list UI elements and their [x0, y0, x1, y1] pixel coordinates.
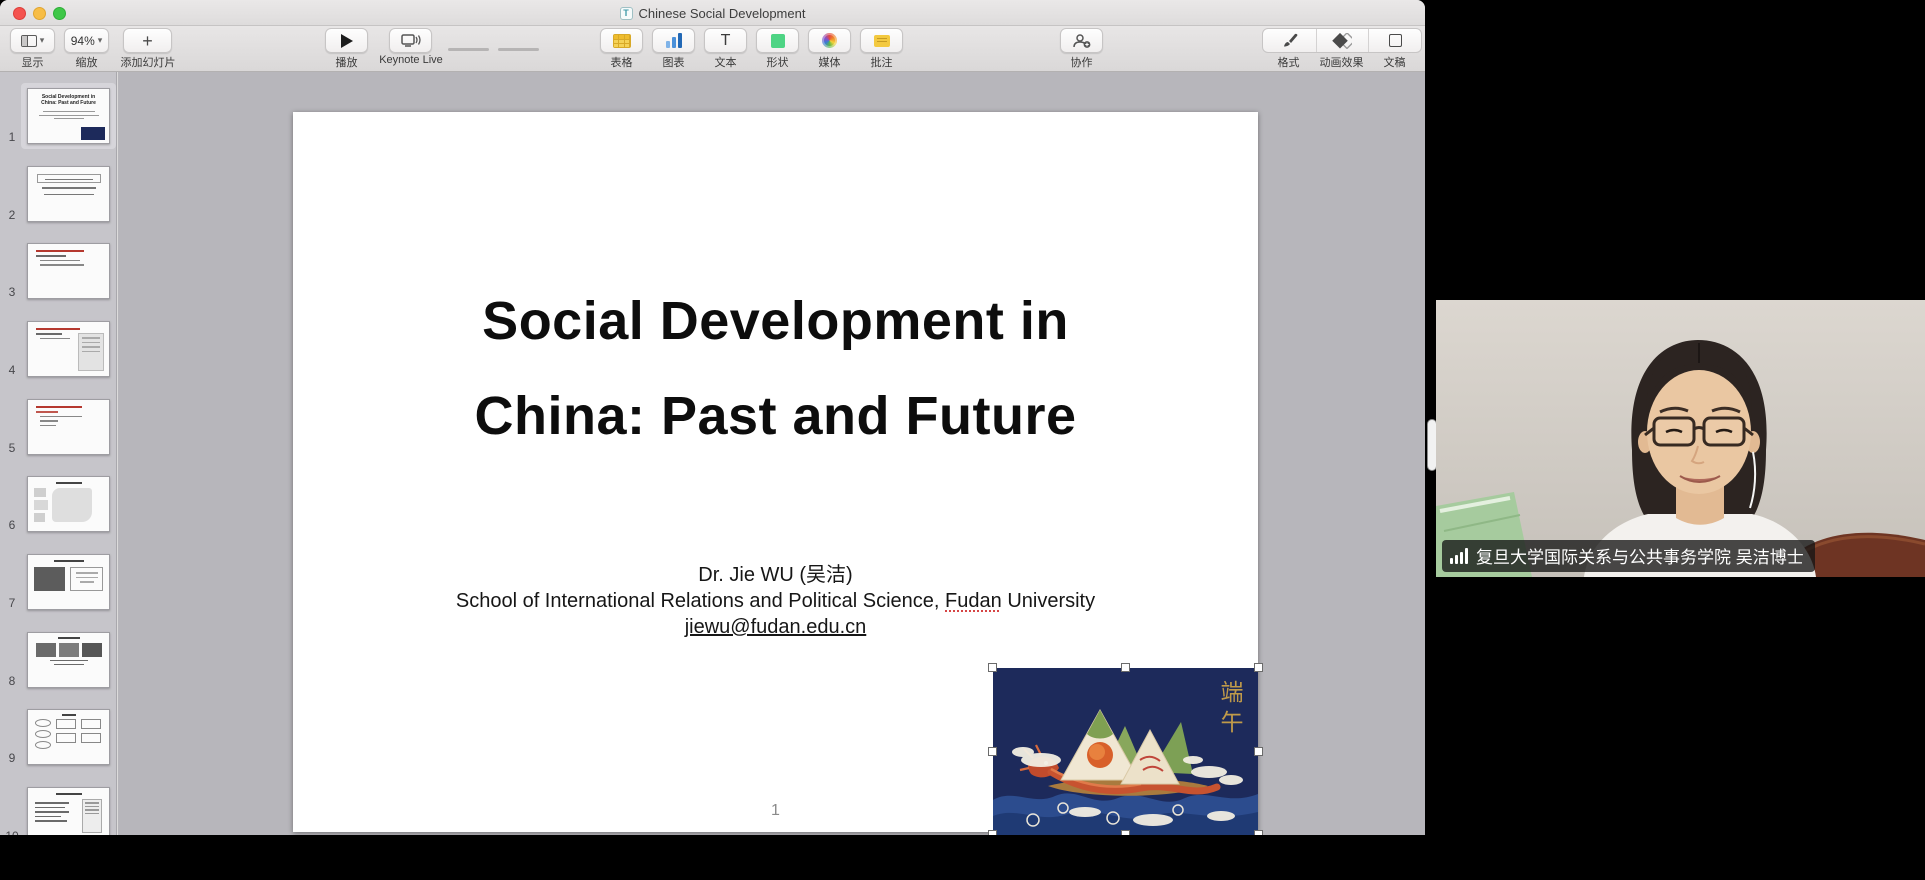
slide-thumbnail[interactable]: [27, 321, 110, 377]
slide-navigator: Social Development in China: Past and Fu…: [0, 72, 117, 835]
toolbar-spacer: [448, 48, 489, 51]
slide-number: 10: [2, 829, 22, 835]
slide-thumbnail[interactable]: [27, 554, 110, 610]
webcam-video: 复旦大学国际关系与公共事务学院 吴洁博士: [1436, 300, 1925, 577]
keynote-live-label: Keynote Live: [370, 54, 452, 66]
comment-button[interactable]: [860, 28, 903, 53]
slide-thumbnail[interactable]: [27, 476, 110, 532]
chevron-down-icon: ▾: [40, 35, 45, 46]
text-label: 文本: [704, 54, 747, 70]
current-slide[interactable]: Social Development in China: Past and Fu…: [293, 112, 1258, 832]
slide-number: 8: [2, 674, 22, 688]
slide-thumbnail[interactable]: [27, 166, 110, 222]
format-brush-icon: [1280, 32, 1298, 49]
festival-image[interactable]: 端午: [993, 668, 1258, 835]
slide-byline[interactable]: Dr. Jie WU (吴洁) School of International …: [293, 562, 1258, 640]
document-icon: T: [620, 7, 633, 20]
slide-thumbnail[interactable]: [27, 632, 110, 688]
slide-number: 9: [2, 751, 22, 765]
resize-handle-w[interactable]: [988, 747, 997, 756]
format-label: 格式: [1262, 54, 1315, 70]
resize-handle-nw[interactable]: [988, 663, 997, 672]
text-button[interactable]: T: [704, 28, 747, 53]
title-bar: T Chinese Social Development: [0, 0, 1425, 26]
view-icon: [21, 35, 37, 47]
window-title: Chinese Social Development: [639, 6, 806, 21]
slide-canvas: Social Development in China: Past and Fu…: [118, 72, 1425, 835]
chevron-down-icon: ▾: [98, 35, 103, 46]
animate-button[interactable]: [1316, 29, 1369, 52]
keynote-live-button[interactable]: [389, 28, 432, 53]
slide-thumbnail[interactable]: [27, 399, 110, 455]
collaborate-label: 协作: [1060, 54, 1103, 70]
table-icon: [613, 34, 631, 48]
format-button[interactable]: [1263, 29, 1316, 52]
slide-thumbnail[interactable]: [27, 243, 110, 299]
festival-calligraphy: 端午: [1212, 680, 1246, 740]
inspector-segment: [1262, 28, 1422, 53]
author-line: Dr. Jie WU (吴洁): [293, 562, 1258, 588]
broadcast-icon: [401, 33, 421, 48]
slide-number: 2: [2, 208, 22, 222]
resize-handle-n[interactable]: [1121, 663, 1130, 672]
toolbar-spacer: [498, 48, 539, 51]
affiliation-line: School of International Relations and Po…: [293, 588, 1258, 614]
view-label: 显示: [10, 54, 55, 70]
slide-number: 4: [2, 363, 22, 377]
chart-button[interactable]: [652, 28, 695, 53]
slide-number: 3: [2, 285, 22, 299]
collaborate-button[interactable]: [1060, 28, 1103, 53]
spellcheck-word: Fudan: [945, 590, 1002, 612]
comment-icon: [874, 35, 890, 47]
slide-number: 1: [2, 130, 22, 144]
comment-label: 批注: [860, 54, 903, 70]
participant-name: 复旦大学国际关系与公共事务学院 吴洁博士: [1476, 543, 1804, 568]
media-icon: [822, 33, 837, 48]
document-label: 文稿: [1368, 54, 1421, 70]
toolbar: ▾ 94%▾ + T: [0, 26, 1425, 72]
media-label: 媒体: [808, 54, 851, 70]
play-icon: [341, 34, 353, 48]
plus-icon: +: [142, 32, 153, 50]
zoom-value: 94%: [71, 34, 95, 48]
signal-bars-icon: [1450, 548, 1468, 564]
slide-thumbnail[interactable]: [27, 787, 110, 835]
slide-title[interactable]: Social Development in China: Past and Fu…: [293, 274, 1258, 464]
speaker-portrait: [1436, 300, 1925, 577]
text-icon: T: [721, 32, 731, 50]
zoom-select[interactable]: 94%▾: [64, 28, 109, 53]
table-button[interactable]: [600, 28, 643, 53]
add-slide-label: 添加幻灯片: [113, 54, 183, 70]
participant-name-badge: 复旦大学国际关系与公共事务学院 吴洁博士: [1442, 540, 1815, 572]
slide-thumbnail[interactable]: Social Development in China: Past and Fu…: [27, 88, 110, 144]
resize-handle-sw[interactable]: [988, 830, 997, 835]
slide-number: 6: [2, 518, 22, 532]
animate-diamond-icon: [1332, 33, 1352, 49]
resize-handle-ne[interactable]: [1254, 663, 1263, 672]
animate-label: 动画效果: [1315, 54, 1368, 70]
chart-label: 图表: [652, 54, 695, 70]
document-settings-icon: [1389, 34, 1402, 47]
media-button[interactable]: [808, 28, 851, 53]
document-button[interactable]: [1368, 29, 1421, 52]
chart-icon: [666, 33, 682, 48]
collaborate-icon: [1072, 33, 1091, 49]
resize-handle-se[interactable]: [1254, 830, 1263, 835]
zoom-label: 缩放: [64, 54, 109, 70]
slide-number: 7: [2, 596, 22, 610]
resize-handle-s[interactable]: [1121, 830, 1130, 835]
play-label: 播放: [325, 54, 368, 70]
slide-number: 5: [2, 441, 22, 455]
shape-button[interactable]: [756, 28, 799, 53]
keynote-window: T Chinese Social Development ▾ 94%▾ +: [0, 0, 1425, 835]
table-label: 表格: [600, 54, 643, 70]
view-button[interactable]: ▾: [10, 28, 55, 53]
email-link[interactable]: jiewu@fudan.edu.cn: [293, 614, 1258, 640]
add-slide-button[interactable]: +: [123, 28, 172, 53]
shape-icon: [771, 34, 785, 48]
shape-label: 形状: [756, 54, 799, 70]
play-button[interactable]: [325, 28, 368, 53]
slide-thumbnail[interactable]: [27, 709, 110, 765]
resize-handle-e[interactable]: [1254, 747, 1263, 756]
